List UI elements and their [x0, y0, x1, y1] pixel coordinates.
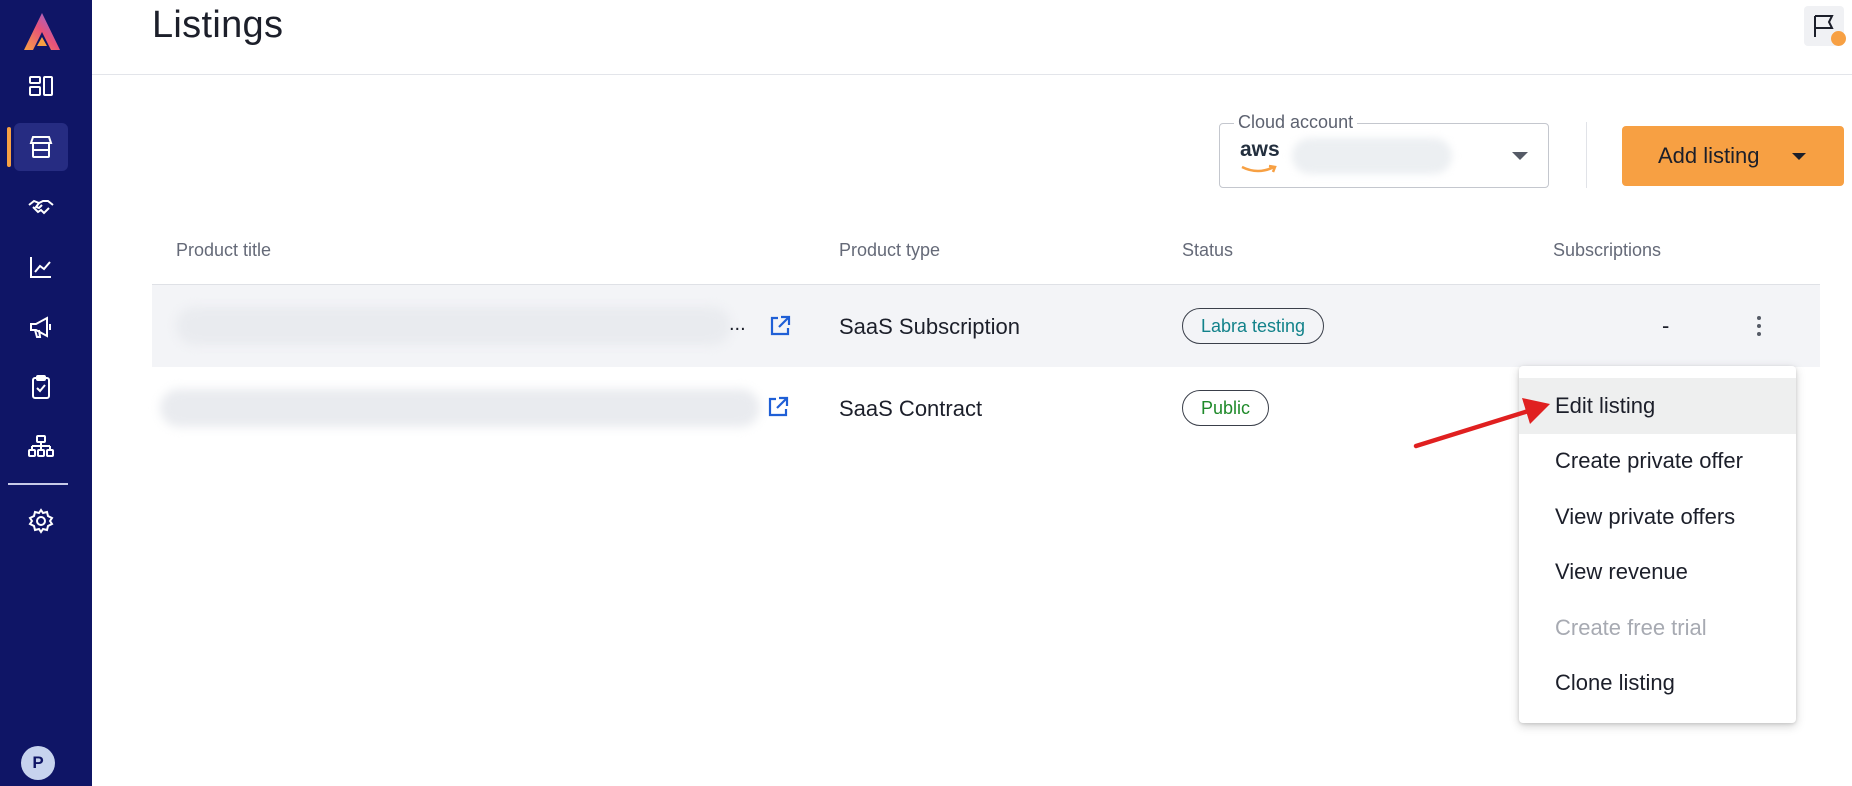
product-title-redacted [176, 307, 731, 345]
sidebar-item-settings[interactable] [14, 497, 68, 545]
menu-item-create-private-offer[interactable]: Create private offer [1519, 434, 1796, 490]
app-logo[interactable] [20, 10, 64, 54]
cloud-provider-text: aws [1240, 138, 1280, 161]
chevron-down-icon [1512, 152, 1528, 160]
title-ellipsis: ... [729, 313, 746, 335]
status-badge: Labra testing [1182, 308, 1325, 344]
add-listing-label: Add listing [1658, 143, 1760, 168]
sidebar-item-marketing[interactable] [14, 303, 68, 351]
sidebar-item-analytics[interactable] [14, 243, 68, 291]
status-badge: Public [1182, 390, 1270, 426]
dashboard-icon [29, 76, 53, 96]
cloud-account-value-redacted [1292, 138, 1452, 174]
notification-dot [1831, 31, 1846, 46]
column-header-product-title[interactable]: Product title [176, 240, 271, 261]
handshake-icon [28, 199, 54, 215]
aws-logo-icon: aws [1240, 138, 1280, 173]
menu-item-clone-listing[interactable]: Clone listing [1519, 656, 1796, 712]
flag-button[interactable] [1804, 6, 1846, 46]
menu-item-create-free-trial: Create free trial [1555, 614, 1707, 640]
clipboard-check-icon [32, 375, 50, 399]
row-actions-menu: Edit listing Create private offer View p… [1519, 366, 1796, 723]
chart-line-icon [30, 257, 51, 278]
chevron-down-icon [1792, 153, 1806, 160]
sidebar-item-organization[interactable] [14, 423, 68, 471]
table-row[interactable]: ... SaaS Subscription Labra testing - [152, 285, 1820, 367]
cloud-account-label: Cloud account [1234, 112, 1358, 133]
sidebar-divider [8, 483, 68, 485]
page-title: Listings [152, 4, 284, 46]
product-type: SaaS Subscription [839, 314, 1020, 339]
add-listing-button[interactable]: Add listing [1622, 126, 1844, 186]
menu-item-edit-listing[interactable]: Edit listing [1519, 378, 1796, 434]
product-type: SaaS Contract [839, 396, 983, 421]
sidebar-item-tasks[interactable] [14, 363, 68, 411]
column-header-status[interactable]: Status [1182, 240, 1233, 261]
product-title-redacted [160, 389, 760, 427]
sidebar-item-listings[interactable] [7, 123, 68, 171]
cloud-account-select[interactable]: Cloud account aws [1219, 112, 1549, 188]
annotation-arrow-icon [1413, 398, 1550, 449]
sidebar: P [0, 0, 92, 786]
megaphone-icon [30, 316, 51, 338]
avatar[interactable]: P [21, 746, 55, 780]
toolbar-divider [1586, 122, 1587, 188]
storefront-icon [29, 136, 53, 158]
external-link-icon[interactable] [765, 394, 791, 420]
page-header: Listings [92, 0, 1852, 75]
column-header-product-type[interactable]: Product type [839, 240, 940, 261]
row-actions-kebab-icon[interactable] [1747, 311, 1771, 341]
subscriptions-value: - [1662, 313, 1670, 338]
menu-item-view-private-offers[interactable]: View private offers [1519, 489, 1796, 545]
gear-icon [28, 508, 54, 534]
column-header-subscriptions[interactable]: Subscriptions [1553, 240, 1661, 261]
org-hierarchy-icon [28, 435, 54, 457]
sidebar-item-partners[interactable] [14, 183, 68, 231]
external-link-icon[interactable] [767, 313, 793, 339]
sidebar-item-dashboard[interactable] [14, 62, 68, 110]
menu-item-view-revenue[interactable]: View revenue [1519, 545, 1796, 601]
